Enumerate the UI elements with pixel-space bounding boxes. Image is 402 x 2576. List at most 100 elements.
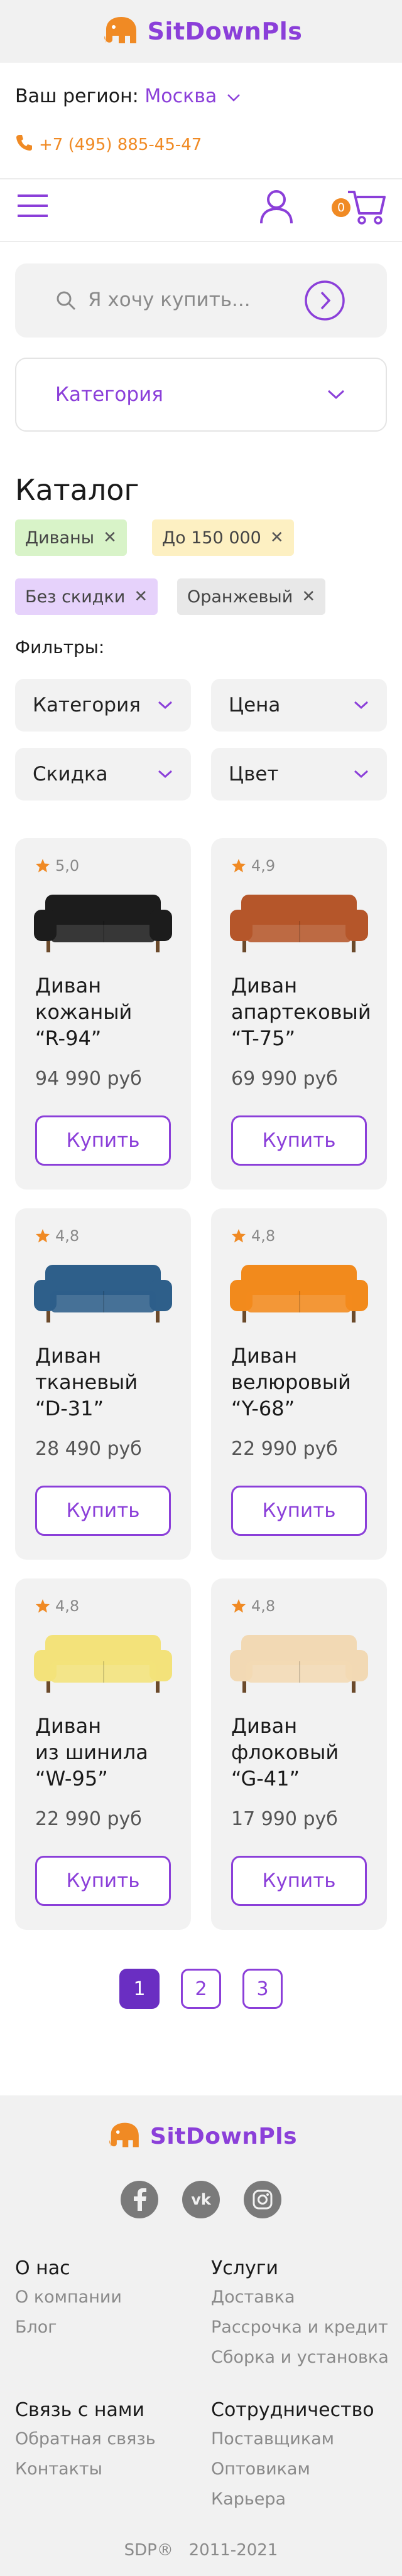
star-icon — [36, 859, 50, 873]
product-rating: 4,8 — [231, 1597, 275, 1615]
star-icon — [36, 1229, 50, 1243]
pagination: 1 2 3 — [0, 1969, 402, 2009]
product-name[interactable]: Диван тканевый “D-31” — [35, 1343, 186, 1422]
filter-color-button[interactable]: Цвет — [211, 748, 387, 801]
buy-button[interactable]: Купить — [35, 1486, 171, 1536]
product-name[interactable]: Диван апартековый “T-75” — [231, 972, 382, 1051]
filter-chip-label: До 150 000 — [162, 528, 261, 548]
product-name-line: “D-31” — [35, 1397, 104, 1420]
page-title: Каталог — [15, 473, 139, 507]
footer-link[interactable]: Доставка — [211, 2287, 295, 2307]
region-city[interactable]: Москва — [144, 85, 217, 107]
product-image[interactable] — [227, 1625, 371, 1700]
product-image[interactable] — [31, 885, 175, 960]
filter-chip-label: Диваны — [25, 528, 95, 548]
chevron-down-icon — [223, 85, 241, 107]
product-name-line: “T-75” — [231, 1026, 296, 1050]
buy-button[interactable]: Купить — [35, 1115, 171, 1166]
page-button[interactable]: 1 — [119, 1969, 160, 2009]
social-links: vk — [0, 2181, 402, 2218]
footer-link[interactable]: Оптовикам — [211, 2459, 310, 2479]
star-icon — [232, 859, 246, 873]
footer-link[interactable]: Блог — [15, 2318, 57, 2337]
product-name[interactable]: Диван кожаный “R-94” — [35, 972, 186, 1051]
product-rating: 4,8 — [35, 1597, 79, 1615]
filter-category-button[interactable]: Категория — [15, 679, 191, 732]
product-name-line: Диван — [35, 974, 102, 998]
facebook-icon[interactable] — [121, 2181, 158, 2218]
product-name[interactable]: Диван велюровый “Y-68” — [231, 1343, 382, 1422]
search-submit-button[interactable] — [304, 280, 345, 324]
buy-button[interactable]: Купить — [35, 1856, 171, 1906]
search-input[interactable]: Я хочу купить... — [88, 289, 251, 311]
cart-button[interactable]: 0 — [332, 188, 388, 226]
filter-chip[interactable]: Диваны ✕ — [15, 519, 127, 556]
product-name[interactable]: Диван из шинила “W-95” — [35, 1713, 186, 1792]
product-card[interactable]: 5,0 Диван кожаный “R-94” 94 990 руб Купить — [15, 838, 191, 1190]
product-card[interactable]: 4,8 Диван тканевый “D-31” 28 490 руб Купить — [15, 1208, 191, 1560]
product-image[interactable] — [227, 885, 371, 960]
filter-chip[interactable]: Без скидки ✕ — [15, 578, 158, 615]
product-name[interactable]: Диван флоковый “G-41” — [231, 1713, 382, 1792]
footer-link[interactable]: Сборка и установка — [211, 2348, 389, 2367]
chevron-down-icon — [158, 770, 173, 779]
footer-brand-name: SitDownPls — [149, 2123, 298, 2149]
phone-number[interactable]: +7 (495) 885-45-47 — [39, 136, 202, 154]
category-select-label: Категория — [55, 383, 163, 406]
product-card[interactable]: 4,8 Диван флоковый “G-41” 17 990 руб Купить — [211, 1578, 387, 1930]
filter-chip[interactable]: Оранжевый ✕ — [177, 578, 326, 615]
product-name-line: Диван — [231, 974, 298, 998]
filter-chip[interactable]: До 150 000 ✕ — [152, 519, 294, 556]
product-card[interactable]: 4,8 Диван из шинила “W-95” 22 990 руб Купить — [15, 1578, 191, 1930]
close-icon[interactable]: ✕ — [270, 528, 284, 547]
divider — [0, 241, 402, 242]
region-selector[interactable]: Ваш регион: Москва — [15, 85, 241, 107]
close-icon[interactable]: ✕ — [134, 587, 148, 606]
star-icon — [232, 1599, 246, 1613]
vk-icon[interactable]: vk — [182, 2181, 220, 2218]
chevron-down-icon — [327, 389, 345, 403]
product-name-line: Диван — [35, 1344, 102, 1368]
product-image[interactable] — [31, 1255, 175, 1330]
buy-button[interactable]: Купить — [231, 1115, 367, 1166]
product-price: 69 990 руб — [231, 1068, 338, 1090]
product-price: 17 990 руб — [231, 1808, 338, 1830]
rating-value: 4,9 — [251, 857, 276, 875]
product-card[interactable]: 4,8 Диван велюровый “Y-68” 22 990 руб Купить — [211, 1208, 387, 1560]
filter-discount-button[interactable]: Скидка — [15, 748, 191, 801]
elephant-logo-icon[interactable] — [100, 14, 139, 48]
rating-value: 4,8 — [55, 1227, 80, 1245]
instagram-icon[interactable] — [244, 2181, 281, 2218]
product-image[interactable] — [31, 1625, 175, 1700]
page-button[interactable]: 3 — [242, 1969, 283, 2009]
footer-link[interactable]: Рассрочка и кредит — [211, 2318, 388, 2337]
product-name-line: из шинила — [35, 1740, 148, 1764]
filter-price-button[interactable]: Цена — [211, 679, 387, 732]
brand-name[interactable]: SitDownPls — [148, 18, 303, 45]
product-name-line: “G-41” — [231, 1767, 300, 1791]
star-icon — [232, 1229, 246, 1243]
rating-value: 5,0 — [55, 857, 80, 875]
footer-link[interactable]: Карьера — [211, 2489, 286, 2509]
footer-brand[interactable]: SitDownPls — [0, 2121, 402, 2152]
footer-link[interactable]: Контакты — [15, 2459, 102, 2479]
product-price: 94 990 руб — [35, 1068, 142, 1090]
footer-link[interactable]: Обратная связь — [15, 2429, 156, 2449]
product-name-line: кожаный — [35, 1000, 133, 1024]
close-icon[interactable]: ✕ — [103, 528, 117, 547]
close-icon[interactable]: ✕ — [302, 587, 315, 606]
menu-icon[interactable] — [16, 189, 49, 225]
filter-chip-label: Без скидки — [25, 587, 126, 607]
product-image[interactable] — [227, 1255, 371, 1330]
chevron-down-icon — [158, 701, 173, 710]
page-button[interactable]: 2 — [181, 1969, 221, 2009]
phone-link[interactable]: +7 (495) 885-45-47 — [15, 133, 202, 156]
buy-button[interactable]: Купить — [231, 1856, 367, 1906]
product-rating: 4,9 — [231, 857, 275, 875]
buy-button[interactable]: Купить — [231, 1486, 367, 1536]
user-icon[interactable] — [259, 188, 294, 227]
product-card[interactable]: 4,9 Диван апартековый “T-75” 69 990 руб Купит… — [211, 838, 387, 1190]
filter-chip-label: Оранжевый — [187, 587, 293, 607]
footer-link[interactable]: Поставщикам — [211, 2429, 334, 2449]
footer-link[interactable]: О компании — [15, 2287, 122, 2307]
